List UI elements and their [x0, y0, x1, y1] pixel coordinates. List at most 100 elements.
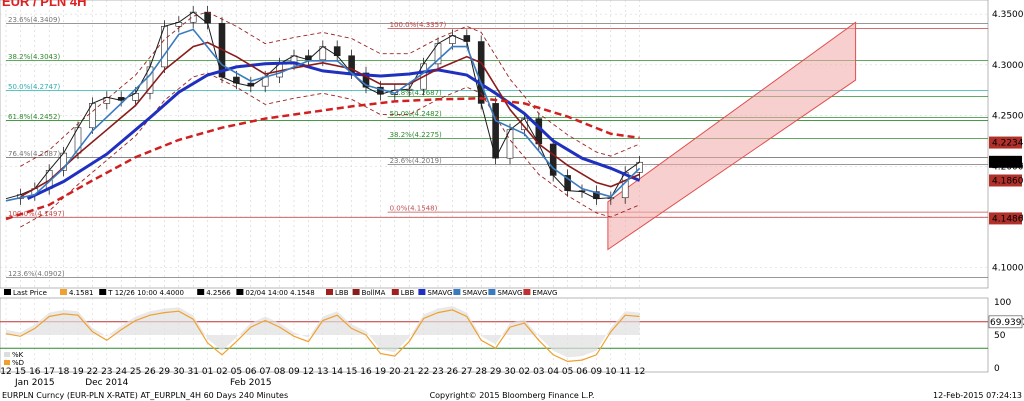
x-tick-label: 13 — [317, 367, 328, 377]
fib-level-label: 23.6%(4.3409) — [8, 16, 60, 24]
x-tick-label: 07 — [259, 367, 270, 377]
x-tick-label: 23 — [432, 367, 443, 377]
x-tick-label: 24 — [115, 367, 127, 377]
x-tick-label: 12 — [634, 367, 645, 377]
x-tick-label: 04 — [547, 367, 559, 377]
x-tick-label: 20 — [389, 367, 401, 377]
month-label: Jan 2015 — [14, 378, 55, 388]
legend-swatch — [418, 289, 426, 295]
fib-level-label: 76.4%(4.2087) — [8, 150, 60, 158]
x-tick-label: 12 — [303, 367, 314, 377]
legend-label: Last Price — [13, 289, 47, 297]
legend-swatch — [488, 289, 496, 295]
x-tick-label: 30 — [173, 367, 185, 377]
legend-label: SMAVG — [462, 289, 487, 297]
x-tick-label: 05 — [562, 367, 573, 377]
x-tick-label: 06 — [245, 367, 257, 377]
x-tick-label: 16 — [29, 367, 41, 377]
fib-level-label: 50.0%(4.2482) — [390, 110, 442, 118]
x-tick-label: 17 — [43, 367, 54, 377]
month-label: Dec 2014 — [85, 378, 128, 388]
legend-label: SMAVG — [427, 289, 452, 297]
legend-swatch — [236, 289, 244, 295]
x-tick-label: 08 — [274, 367, 286, 377]
x-tick-label: 30 — [504, 367, 516, 377]
legend-swatch — [391, 289, 399, 295]
fib-level-label: 100.0%(4.1497) — [8, 210, 65, 218]
fib-level-label: 23.6%(4.2019) — [390, 157, 442, 165]
x-tick-label: 26 — [144, 367, 156, 377]
fib-level-label: 123.6%(4.0902) — [8, 270, 65, 278]
x-tick-label: 15 — [346, 367, 357, 377]
footer-timestamp: 12-Feb-2015 07:24:13 — [933, 391, 1022, 400]
chart-title: EUR / PLN 4H — [2, 0, 87, 9]
fib-level-label: 0.0%(4.1548) — [390, 205, 438, 213]
x-tick-label: 11 — [619, 367, 630, 377]
x-tick-label: 28 — [475, 367, 487, 377]
legend-label: T 12/26 10:00 4.4000 — [107, 289, 184, 297]
legend-swatch — [4, 289, 11, 295]
x-tick-label: 26 — [447, 367, 459, 377]
fib-level-label: 100.0%(4.3357) — [390, 21, 447, 29]
x-tick-label: 19 — [72, 367, 84, 377]
x-tick-label: 22 — [87, 367, 98, 377]
x-tick-label: 29 — [490, 367, 502, 377]
legend-swatch — [352, 289, 360, 295]
x-tick-label: 02 — [216, 367, 227, 377]
x-tick-label: 12 — [0, 367, 11, 377]
y-tick-label: 4.2500 — [992, 112, 1024, 122]
fib-level-label: 38.2%(4.2275) — [390, 131, 442, 139]
legend-label: 4.1581 — [69, 289, 94, 297]
oscillator-legend-swatch — [4, 352, 10, 357]
legend-label: SMAVG — [497, 289, 522, 297]
price-label: 4.1860 — [992, 176, 1024, 186]
x-tick-label: 01 — [202, 367, 213, 377]
oscillator-value: 69.9397 — [990, 318, 1024, 328]
legend-label: LBB — [401, 289, 415, 297]
chart-canvas: 23.6%(4.3409) 38.2%(4.3043) 50.0%(4.2747) 6… — [0, 0, 1024, 401]
legend-swatch — [453, 289, 461, 295]
fib-level-label: 50.0%(4.2747) — [8, 83, 60, 91]
oscillator-legend-label: %D — [12, 359, 24, 367]
x-tick-label: 18 — [58, 367, 70, 377]
x-tick-label: 16 — [360, 367, 372, 377]
price-label: 4.1486 — [992, 214, 1024, 224]
legend-swatch — [326, 289, 333, 295]
x-tick-label: 05 — [231, 367, 242, 377]
footer-description: EURPLN Curncy (EUR-PLN X-RATE) AT_EURPLN… — [2, 391, 288, 400]
x-tick-label: 27 — [461, 367, 472, 377]
legend-swatch — [60, 289, 67, 295]
oscillator-tick-label: 50 — [994, 331, 1006, 341]
footer-copyright: Copyright© 2015 Bloomberg Finance L.P. — [430, 391, 595, 400]
legend-label: EMAVG — [532, 289, 557, 297]
y-tick-label: 4.3500 — [992, 10, 1024, 20]
legend-label: BollMA — [362, 289, 386, 297]
price-label: 4.2234 — [992, 139, 1024, 149]
y-tick-label: 4.3000 — [992, 61, 1024, 71]
x-tick-label: 23 — [101, 367, 112, 377]
month-label: Feb 2015 — [230, 378, 272, 388]
x-tick-label: 09 — [288, 367, 300, 377]
x-tick-label: 06 — [576, 367, 588, 377]
y-tick-label: 4.1000 — [992, 264, 1024, 274]
x-tick-label: 21 — [403, 367, 414, 377]
x-tick-label: 29 — [159, 367, 171, 377]
oscillator-legend-swatch — [4, 360, 10, 365]
x-tick-label: 14 — [331, 367, 343, 377]
legend-swatch — [523, 289, 531, 295]
x-tick-label: 19 — [375, 367, 387, 377]
x-tick-label: 02 — [519, 367, 530, 377]
x-tick-label: 10 — [605, 367, 617, 377]
legend-swatch — [99, 289, 107, 295]
legend-swatch — [197, 289, 205, 295]
oscillator-tick-label: 100 — [994, 298, 1011, 308]
x-tick-label: 09 — [591, 367, 603, 377]
x-tick-label: 22 — [418, 367, 429, 377]
legend-label: 4.2566 — [206, 289, 231, 297]
x-tick-label: 15 — [15, 367, 26, 377]
legend-label: 02/04 14:00 4.1548 — [245, 289, 314, 297]
x-tick-label: 25 — [130, 367, 141, 377]
legend-label: LBB — [335, 289, 349, 297]
oscillator-legend-label: %K — [12, 351, 24, 359]
price-label: 4.2044 — [992, 158, 1024, 168]
